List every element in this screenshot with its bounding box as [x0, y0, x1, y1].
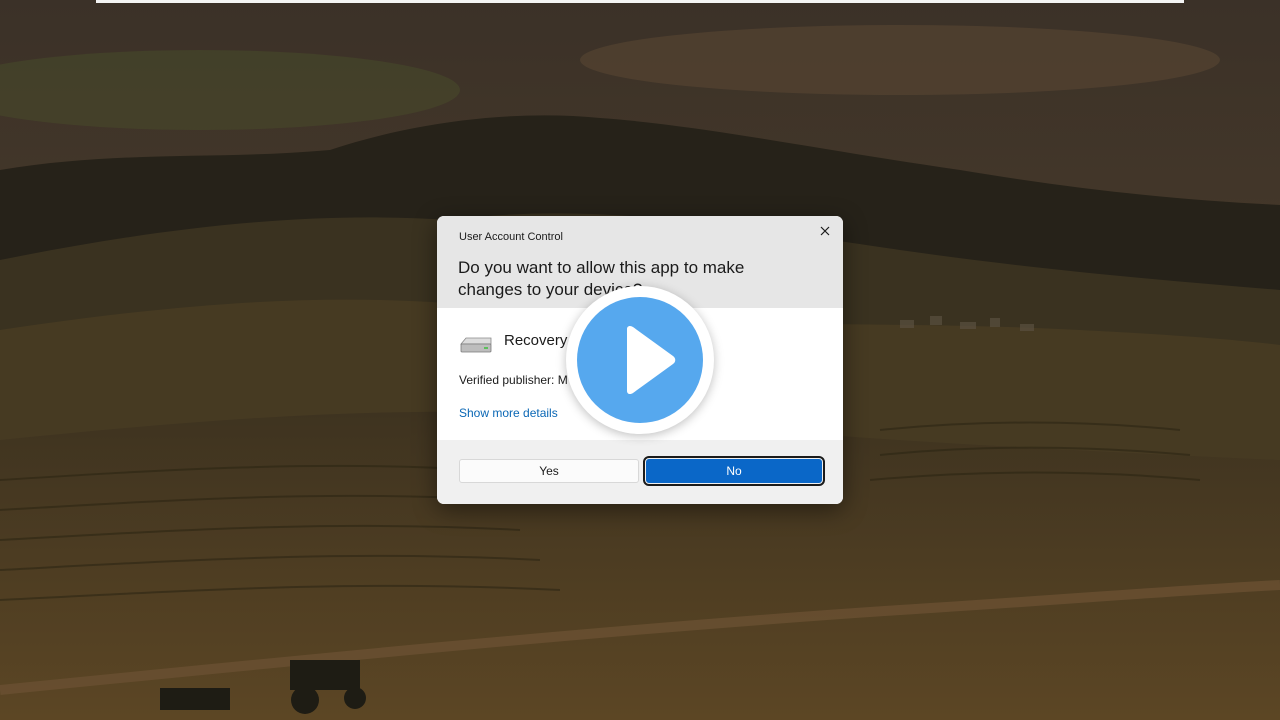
- drive-icon: [460, 337, 492, 353]
- top-progress-bar: [96, 0, 1184, 3]
- yes-button[interactable]: Yes: [459, 459, 639, 483]
- dialog-title: User Account Control: [459, 231, 563, 243]
- play-button[interactable]: [566, 286, 714, 434]
- close-button[interactable]: [813, 220, 837, 242]
- desktop-screen: User Account Control Do you want to allo…: [0, 0, 1280, 720]
- close-icon: [820, 226, 830, 236]
- play-button-circle: [577, 297, 703, 423]
- no-button[interactable]: No: [643, 456, 825, 486]
- show-more-details-link[interactable]: Show more details: [459, 406, 558, 420]
- publisher-text: Verified publisher: M: [459, 373, 568, 387]
- play-icon: [627, 325, 676, 395]
- app-name: Recovery: [504, 332, 568, 349]
